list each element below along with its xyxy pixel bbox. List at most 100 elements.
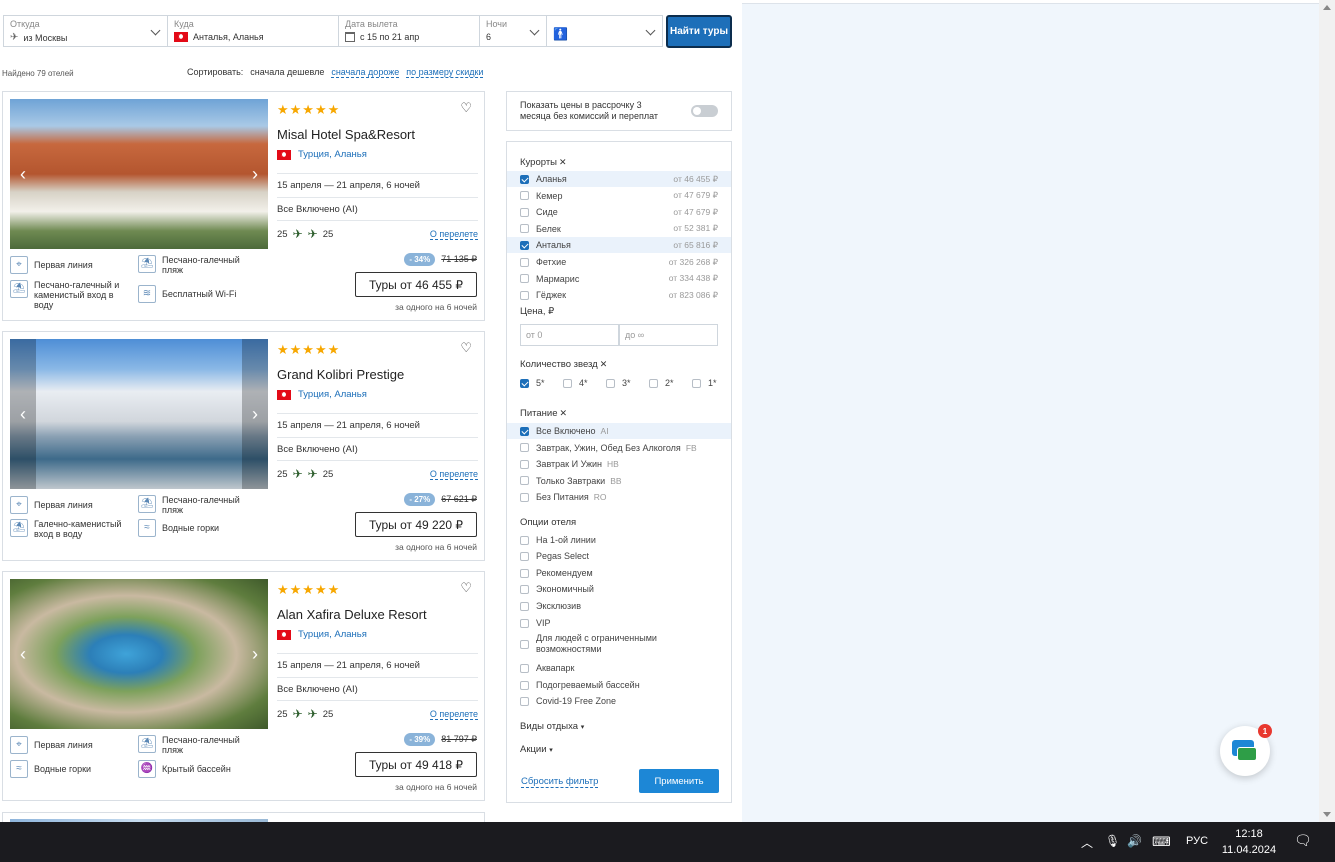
checkbox[interactable]: [606, 378, 615, 388]
filter-option[interactable]: Только Завтраки BB: [507, 473, 731, 489]
nights-field[interactable]: Ночи 6: [480, 16, 547, 46]
flight-details-link[interactable]: О перелете: [429, 709, 478, 720]
find-tours-button[interactable]: Найти туры: [666, 15, 732, 48]
hotel-name[interactable]: Alan Xafira Deluxe Resort: [277, 607, 427, 622]
filter-option[interactable]: Без Питания RO: [507, 489, 731, 505]
photo-next-button[interactable]: ›: [242, 579, 268, 729]
favorite-heart-icon[interactable]: ♡: [460, 340, 472, 356]
favorite-heart-icon[interactable]: ♡: [460, 100, 472, 116]
promos-dropdown[interactable]: Акции ▾: [520, 744, 553, 755]
microphone-icon[interactable]: 🎙: [1105, 834, 1120, 848]
filter-option[interactable]: Эксклюзив: [507, 598, 731, 614]
sort-cheap-link[interactable]: сначала дешевле: [250, 67, 324, 78]
filter-option[interactable]: Гёджек от 823 086 ₽: [507, 287, 731, 303]
filter-option[interactable]: Фетхие от 326 268 ₽: [507, 254, 731, 270]
sort-expensive-link[interactable]: сначала дороже: [331, 67, 400, 78]
favorite-heart-icon[interactable]: ♡: [460, 580, 472, 596]
filter-option[interactable]: Все Включено AI: [507, 423, 731, 439]
filter-option[interactable]: Pegas Select: [507, 548, 731, 564]
photo-prev-button[interactable]: ‹: [10, 339, 36, 489]
hotel-location[interactable]: Турция, Аланья: [277, 389, 367, 400]
checkbox[interactable]: [520, 601, 529, 611]
photo-prev-button[interactable]: ‹: [10, 579, 36, 729]
filter-option[interactable]: Аквапарк: [507, 660, 731, 676]
scroll-down-icon[interactable]: [1323, 812, 1331, 817]
checkbox[interactable]: [563, 378, 572, 388]
filter-option[interactable]: Аланья от 46 455 ₽: [507, 171, 731, 187]
filter-option[interactable]: Подогреваемый бассейн: [507, 677, 731, 693]
filter-option[interactable]: Завтрак, Ужин, Обед Без Алкоголя FB: [507, 440, 731, 456]
checkbox[interactable]: [520, 174, 529, 184]
filter-option[interactable]: VIP: [507, 615, 731, 631]
flight-details-link[interactable]: О перелете: [429, 469, 478, 480]
installment-toggle[interactable]: [691, 105, 718, 117]
price-to-input[interactable]: до ∞: [619, 324, 718, 346]
checkbox[interactable]: [520, 426, 529, 436]
page-scrollbar[interactable]: [1319, 0, 1335, 822]
checkbox[interactable]: [692, 378, 701, 388]
checkbox[interactable]: [520, 274, 529, 284]
checkbox[interactable]: [520, 568, 529, 578]
checkbox[interactable]: [520, 618, 529, 628]
from-field[interactable]: Откуда ✈ из Москвы: [4, 16, 168, 46]
hotel-name[interactable]: Grand Kolibri Prestige: [277, 367, 404, 382]
tourists-field[interactable]: 🚹: [547, 16, 662, 46]
tours-price-button[interactable]: Туры от 49 220 ₽: [355, 512, 477, 537]
clear-resorts-icon[interactable]: ✕: [559, 157, 567, 167]
star-rating-option[interactable]: 2*: [649, 378, 692, 388]
hotel-name[interactable]: Misal Hotel Spa&Resort: [277, 127, 415, 142]
checkbox[interactable]: [520, 257, 529, 267]
hotel-photo[interactable]: ‹ ›: [10, 579, 268, 729]
hotel-location[interactable]: Турция, Аланья: [277, 629, 367, 640]
filter-option[interactable]: Для людей с ограниченными возможностями: [507, 632, 731, 656]
checkbox[interactable]: [520, 191, 529, 201]
filter-option[interactable]: Белек от 52 381 ₽: [507, 221, 731, 237]
language-indicator[interactable]: РУС: [1186, 835, 1208, 847]
checkbox[interactable]: [520, 476, 529, 486]
clear-meal-icon[interactable]: ✕: [560, 408, 568, 418]
hotel-location[interactable]: Турция, Аланья: [277, 149, 367, 160]
checkbox[interactable]: [520, 459, 529, 469]
sort-discount-link[interactable]: по размеру скидки: [406, 67, 484, 78]
checkbox[interactable]: [520, 443, 529, 453]
star-rating-option[interactable]: 5*: [520, 378, 563, 388]
filter-option[interactable]: Анталья от 65 816 ₽: [507, 237, 731, 254]
checkbox[interactable]: [520, 240, 529, 250]
flight-details-link[interactable]: О перелете: [429, 229, 478, 240]
checkbox[interactable]: [520, 663, 529, 673]
checkbox[interactable]: [520, 551, 529, 561]
checkbox[interactable]: [520, 492, 529, 502]
apply-filter-button[interactable]: Применить: [639, 769, 719, 793]
date-field[interactable]: Дата вылета с 15 по 21 апр: [339, 16, 480, 46]
filter-option[interactable]: На 1-ой линии: [507, 532, 731, 548]
checkbox[interactable]: [520, 584, 529, 594]
speaker-icon[interactable]: 🔊: [1127, 834, 1142, 848]
checkbox[interactable]: [520, 207, 529, 217]
hotel-photo[interactable]: ‹ ›: [10, 99, 268, 249]
photo-prev-button[interactable]: ‹: [10, 99, 36, 249]
checkbox[interactable]: [520, 378, 529, 388]
reset-filter-link[interactable]: Сбросить фильтр: [521, 776, 599, 788]
chat-widget-button[interactable]: 1: [1220, 724, 1272, 776]
keyboard-icon[interactable]: ⌨: [1152, 834, 1171, 850]
checkbox[interactable]: [649, 378, 658, 388]
filter-option[interactable]: Мармарис от 334 438 ₽: [507, 271, 731, 287]
checkbox[interactable]: [520, 680, 529, 690]
star-rating-option[interactable]: 4*: [563, 378, 606, 388]
checkbox[interactable]: [520, 535, 529, 545]
chevron-up-icon[interactable]: ︿: [1081, 834, 1093, 851]
filter-option[interactable]: Завтрак И Ужин HB: [507, 456, 731, 472]
photo-next-button[interactable]: ›: [242, 339, 268, 489]
to-field[interactable]: Куда Анталья, Аланья: [168, 16, 339, 46]
filter-option[interactable]: Сиде от 47 679 ₽: [507, 204, 731, 220]
scroll-up-icon[interactable]: [1323, 5, 1331, 10]
checkbox[interactable]: [520, 639, 529, 649]
photo-next-button[interactable]: ›: [242, 99, 268, 249]
checkbox[interactable]: [520, 696, 529, 706]
rest-types-dropdown[interactable]: Виды отдыха ▾: [520, 721, 584, 732]
star-rating-option[interactable]: 1*: [692, 378, 735, 388]
tours-price-button[interactable]: Туры от 46 455 ₽: [355, 272, 477, 297]
star-rating-option[interactable]: 3*: [606, 378, 649, 388]
notifications-icon[interactable]: 🗨: [1294, 832, 1312, 849]
clear-stars-icon[interactable]: ✕: [600, 359, 608, 369]
